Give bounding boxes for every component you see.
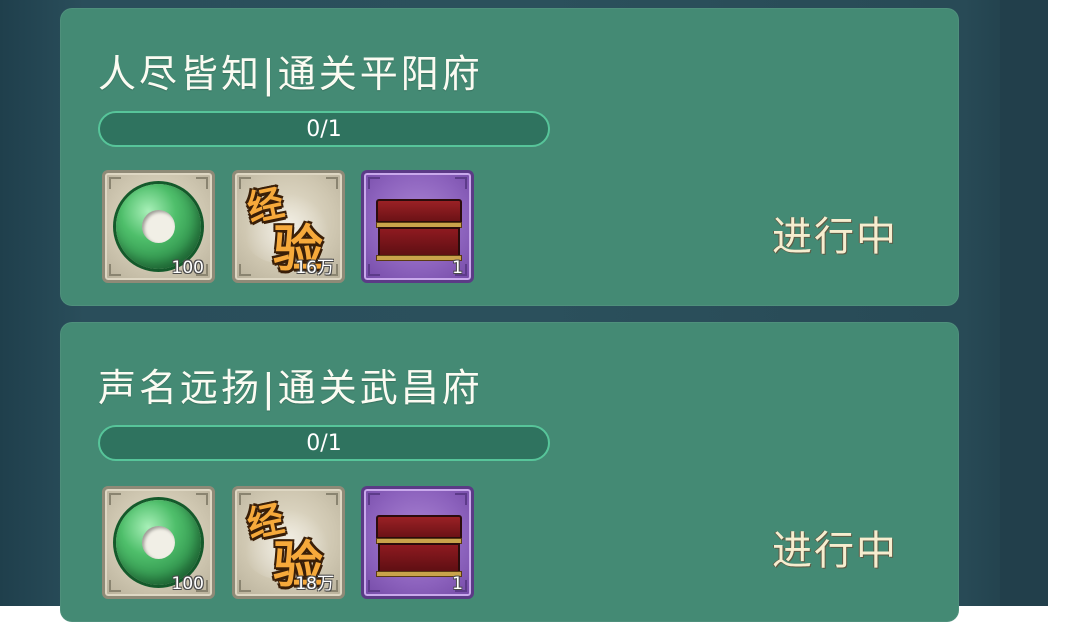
reward-count: 1: [452, 574, 463, 594]
red-treasure-chest-icon: [376, 515, 462, 577]
reward-count: 100: [171, 258, 204, 278]
red-treasure-chest-icon: [376, 199, 462, 261]
jade-coin-icon: [116, 500, 201, 585]
reward-count: 1: [452, 258, 463, 278]
reward-item-treasure-chest[interactable]: 1: [361, 486, 474, 599]
reward-item-experience[interactable]: 经 验 16万: [232, 170, 345, 283]
jade-coin-icon: [116, 184, 201, 269]
quest-card: 声名远扬|通关武昌府 0/1 100 经 验 18万 1 进行中: [60, 322, 959, 622]
quest-title: 声名远扬|通关武昌府: [98, 366, 483, 410]
quest-progress-text: 0/1: [306, 116, 342, 142]
reward-item-jade-coin[interactable]: 100: [102, 486, 215, 599]
quest-title: 人尽皆知|通关平阳府: [98, 52, 483, 96]
quest-status: 进行中: [772, 528, 898, 574]
quest-status: 进行中: [772, 214, 898, 260]
reward-count: 18万: [295, 574, 334, 594]
reward-item-experience[interactable]: 经 验 18万: [232, 486, 345, 599]
quest-progress-bar: 0/1: [98, 111, 550, 147]
quest-card: 人尽皆知|通关平阳府 0/1 100 经 验 16万 1 进行中: [60, 8, 959, 306]
reward-count: 100: [171, 574, 204, 594]
panel-side-strip: [1000, 0, 1048, 606]
quest-progress-bar: 0/1: [98, 425, 550, 461]
quest-progress-text: 0/1: [306, 430, 342, 456]
reward-count: 16万: [295, 258, 334, 278]
reward-item-jade-coin[interactable]: 100: [102, 170, 215, 283]
reward-item-treasure-chest[interactable]: 1: [361, 170, 474, 283]
